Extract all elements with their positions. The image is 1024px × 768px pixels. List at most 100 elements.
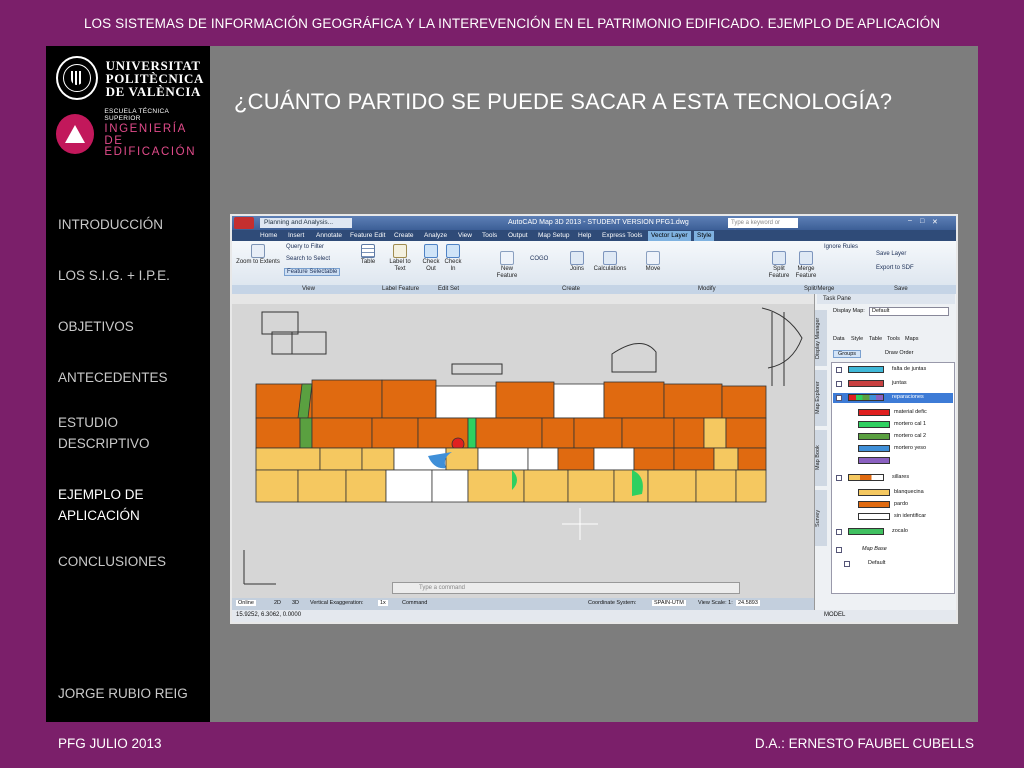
application-menu-icon[interactable]	[234, 217, 254, 229]
tab-map-explorer[interactable]: Map Explorer	[815, 370, 827, 426]
nav-item-objetivos[interactable]: OBJETIVOS	[58, 316, 208, 337]
layer-label: sillares	[892, 474, 910, 480]
view-2d-toggle[interactable]: 2D	[274, 600, 281, 606]
task-pane-title: Task Pane	[817, 294, 955, 304]
vertical-exaggeration-select[interactable]: 1x	[378, 600, 388, 606]
layer-label: Map Base	[862, 546, 887, 552]
layer-checkbox[interactable]	[836, 395, 842, 401]
stone-white	[477, 447, 529, 471]
tool-data[interactable]: Data	[833, 336, 845, 342]
workspace-selector[interactable]: Planning and Analysis...	[260, 218, 352, 228]
tab-help[interactable]: Help	[578, 232, 591, 239]
label-to-text-button[interactable]: Label to Text	[386, 244, 414, 273]
merge-feature-button[interactable]: Merge Feature	[792, 251, 820, 280]
tab-tools[interactable]: Tools	[482, 232, 497, 239]
tab-create[interactable]: Create	[394, 232, 414, 239]
layer-checkbox[interactable]	[836, 381, 842, 387]
stone-outline	[611, 343, 657, 373]
drawing-canvas[interactable]: Type a command	[232, 294, 814, 598]
coordinate-bar: 15.9252, 6.3062, 0.0000 MODEL	[232, 610, 956, 622]
tab-express-tools[interactable]: Express Tools	[602, 232, 642, 239]
layer-swatch	[848, 380, 884, 387]
layer-checkbox[interactable]	[836, 475, 842, 481]
stone-pardo	[475, 417, 543, 449]
layer-checkbox[interactable]	[836, 529, 842, 535]
layer-list: falta de juntas juntas reparaciones mate…	[831, 362, 955, 594]
tab-home[interactable]: Home	[260, 232, 277, 239]
tab-map-setup[interactable]: Map Setup	[538, 232, 569, 239]
groups-button[interactable]: Groups	[833, 350, 862, 358]
view-scale-input[interactable]: 24.5893	[736, 600, 760, 606]
minimize-icon[interactable]: –	[908, 217, 912, 224]
close-icon[interactable]: ✕	[932, 218, 938, 226]
help-search-input[interactable]: Type a keyword or phrase	[728, 218, 798, 236]
export-sdf-link[interactable]: Export to SDF	[876, 265, 914, 271]
layer-swatch	[848, 528, 884, 535]
nav-item-conclusiones[interactable]: CONCLUSIONES	[58, 551, 208, 572]
nav-item-estudio-descriptivo[interactable]: ESTUDIO DESCRIPTIVO	[58, 412, 158, 454]
layer-swatch	[858, 433, 890, 440]
tab-insert[interactable]: Insert	[288, 232, 304, 239]
layer-checkbox[interactable]	[836, 367, 842, 373]
layer-swatch	[848, 366, 884, 373]
draw-order-button[interactable]: Draw Order	[881, 350, 917, 356]
tab-feature-edit[interactable]: Feature Edit	[350, 232, 385, 239]
tool-style[interactable]: Style	[851, 336, 863, 342]
nav-item-ejemplo-aplicacion[interactable]: EJEMPLO DE APLICACIÓN	[58, 484, 158, 526]
layer-checkbox[interactable]	[836, 547, 842, 553]
tab-style[interactable]: Style	[694, 231, 715, 241]
check-out-button[interactable]: Check Out	[420, 244, 442, 273]
layer-label: pardo	[894, 501, 909, 507]
tool-tools[interactable]: Tools	[887, 336, 900, 342]
tab-annotate[interactable]: Annotate	[316, 232, 342, 239]
ucs-icon	[243, 550, 276, 585]
joins-button[interactable]: Joins	[566, 251, 588, 273]
stone-outline	[291, 331, 327, 355]
zoom-extents-icon	[251, 244, 265, 258]
save-layer-link[interactable]: Save Layer	[876, 251, 906, 257]
nav-item-introduccion[interactable]: INTRODUCCIÓN	[58, 214, 208, 235]
new-feature-button[interactable]: New Feature	[494, 251, 520, 280]
display-map-select[interactable]: Default	[869, 307, 949, 316]
search-select-link[interactable]: Search to Select	[286, 256, 330, 262]
stone-pardo	[673, 447, 715, 471]
tab-display-manager[interactable]: Display Manager	[815, 310, 827, 366]
slide-content: ¿CUÁNTO PARTIDO SE PUEDE SACAR A ESTA TE…	[210, 46, 978, 722]
label-icon	[393, 244, 407, 258]
tool-maps[interactable]: Maps	[905, 336, 918, 342]
model-tab[interactable]: MODEL	[824, 612, 845, 618]
stone-white	[593, 447, 635, 471]
tool-table[interactable]: Table	[869, 336, 882, 342]
stone-pardo	[557, 447, 595, 471]
stone-pardo	[311, 379, 383, 419]
nav-item-antecedentes[interactable]: ANTECEDENTES	[58, 367, 208, 388]
check-in-button[interactable]: Check In	[442, 244, 464, 273]
tab-map-book[interactable]: Map Book	[815, 430, 827, 486]
tab-vector-layer[interactable]: Vector Layer	[648, 231, 691, 241]
stone-pardo	[311, 417, 373, 449]
query-filter-link[interactable]: Query to Filter	[286, 244, 324, 250]
layer-checkbox[interactable]	[844, 561, 850, 567]
zoom-extents-button[interactable]: Zoom to Extents	[234, 244, 282, 266]
command-line-input[interactable]: Type a command	[392, 582, 740, 594]
layer-swatch	[848, 474, 884, 481]
cogo-dropdown[interactable]: COGO	[530, 256, 548, 262]
online-toggle[interactable]: Online	[236, 600, 256, 606]
move-button[interactable]: Move	[642, 251, 664, 273]
coordinate-system-select[interactable]: SPAIN-UTM	[652, 600, 686, 606]
ignore-rules-link[interactable]: Ignore Rules	[824, 244, 858, 250]
table-button[interactable]: Table	[356, 244, 380, 266]
feature-selectable-toggle[interactable]: Feature Selectable	[284, 268, 341, 276]
sidebar: UNIVERSITAT POLITÈCNICA DE VALÈNCIA ESCU…	[46, 46, 210, 722]
nav-item-sig-ipe[interactable]: LOS S.I.G. + I.P.E.	[58, 265, 208, 286]
tab-view[interactable]: View	[458, 232, 472, 239]
view-3d-toggle[interactable]: 3D	[292, 600, 299, 606]
tab-survey[interactable]: Survey	[815, 490, 827, 546]
tab-analyze[interactable]: Analyze	[424, 232, 447, 239]
split-feature-button[interactable]: Split Feature	[766, 251, 792, 280]
tab-output[interactable]: Output	[508, 232, 528, 239]
stone-outline	[271, 331, 293, 355]
coordinate-system-label: Coordinate System:	[588, 600, 637, 606]
calculations-button[interactable]: Calculations	[592, 251, 628, 273]
maximize-icon[interactable]: □	[920, 218, 924, 225]
